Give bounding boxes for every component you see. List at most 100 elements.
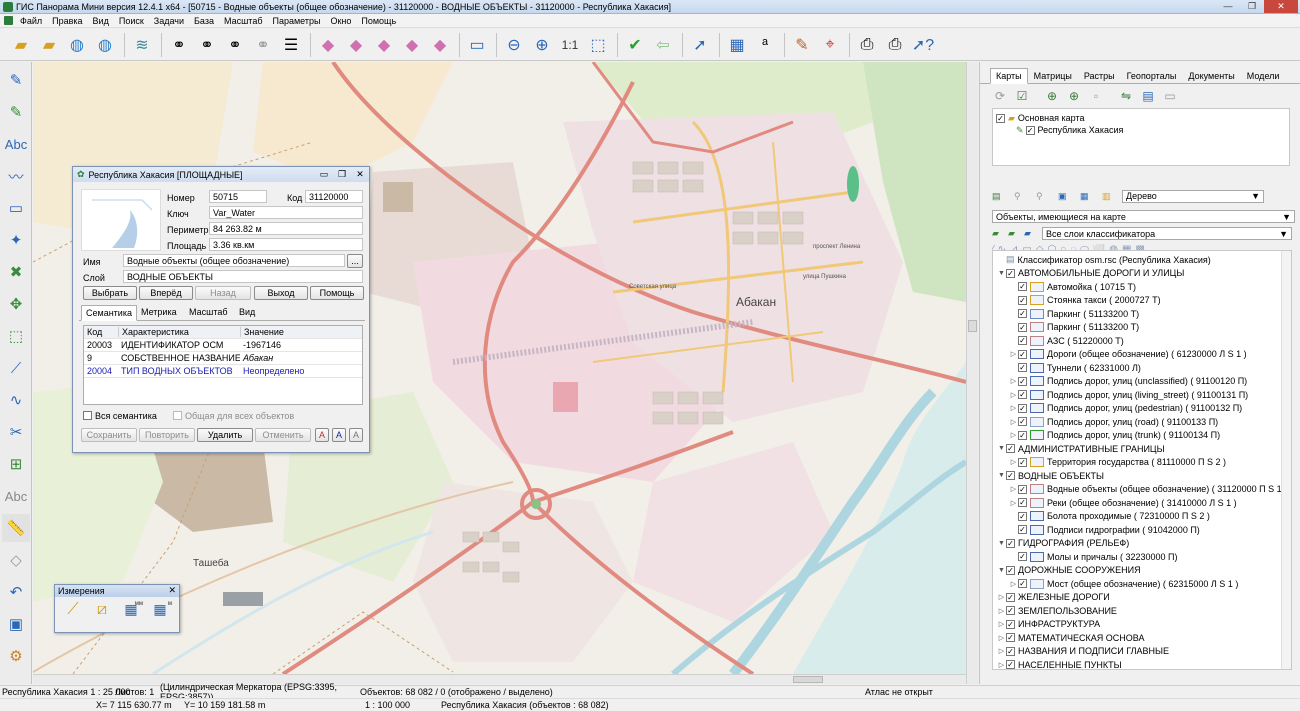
tree-item-checkbox[interactable]: ✓ (1006, 660, 1015, 669)
tree-item[interactable]: ✓ Автомойка ( 10715 Т) (993, 280, 1291, 294)
tree-item[interactable]: ✓ Паркинг ( 51133200 Т) (993, 307, 1291, 321)
rectangle-icon[interactable]: ▭ (2, 194, 30, 222)
map-check-icon[interactable]: ☑ (1014, 88, 1030, 104)
help-icon[interactable]: ➚? (910, 32, 936, 58)
menu-scale[interactable]: Масштаб (219, 16, 268, 26)
tree-item-checkbox[interactable]: ✓ (1018, 363, 1027, 373)
zoom-out-icon[interactable]: ⊖ (501, 32, 527, 58)
tree-expand-icon[interactable]: ▷ (997, 620, 1006, 628)
measure-area-icon[interactable]: ⧄ (90, 601, 114, 627)
menu-app-icon[interactable] (4, 16, 13, 25)
col-code[interactable]: Код (84, 327, 118, 337)
tree-item[interactable]: ✓ Молы и причалы ( 32230000 П) (993, 550, 1291, 564)
tree-item[interactable]: ✓ Паркинг ( 51133200 Т) (993, 321, 1291, 335)
tree-item-checkbox[interactable]: ✓ (1018, 498, 1027, 508)
menu-base[interactable]: База (189, 16, 219, 26)
classifier-select[interactable]: Все слои классификатора ▼ (1042, 227, 1292, 240)
export-icon[interactable]: ▣ (2, 610, 30, 638)
tree-item[interactable]: ✓ Туннели ( 62331000 Л) (993, 361, 1291, 375)
tree-item[interactable]: ✓ АЗС ( 51220000 Т) (993, 334, 1291, 348)
tree-item[interactable]: ▷ ✓ Дороги (общее обозначение) ( 61230000 … (993, 348, 1291, 362)
pin-icon[interactable]: ⌖ (817, 32, 843, 58)
tree-expand-icon[interactable]: ▷ (1009, 499, 1018, 507)
tree-expand-icon[interactable]: ▷ (1009, 431, 1018, 439)
menu-params[interactable]: Параметры (267, 16, 325, 26)
list-icon[interactable]: ☰ (278, 32, 304, 58)
table-row[interactable]: 20004 ТИП ВОДНЫХ ОБЪЕКТОВ Неопределено (84, 365, 362, 378)
tree-item-checkbox[interactable]: ✓ (1018, 282, 1027, 292)
col-characteristic[interactable]: Характеристика (118, 327, 240, 337)
check-icon[interactable]: ✔ (622, 32, 648, 58)
dialog-minimize-button[interactable]: ▭ (317, 168, 331, 180)
tree-item-checkbox[interactable]: ✓ (1006, 592, 1015, 602)
layer-main-map[interactable]: ✓ ▰ Основная карта (996, 112, 1286, 124)
text-gray-icon[interactable]: Abc (2, 482, 30, 510)
menu-view[interactable]: Вид (88, 16, 114, 26)
tree-expand-icon[interactable]: ▷ (1009, 580, 1018, 588)
menu-search[interactable]: Поиск (114, 16, 149, 26)
settings-icon[interactable]: ⚙ (2, 642, 30, 670)
tree-expand-icon[interactable]: ▷ (1009, 377, 1018, 385)
tree-item[interactable]: ▼ ✓ ГИДРОГРАФИЯ (РЕЛЬЕФ) (993, 537, 1291, 551)
name-more-button[interactable]: ... (347, 254, 363, 268)
tree-expand-icon[interactable]: ▷ (997, 634, 1006, 642)
menu-edit[interactable]: Правка (47, 16, 87, 26)
open-icon[interactable]: ▰ (8, 32, 34, 58)
layers-green-icon[interactable]: ▰ (992, 228, 1008, 239)
tab-matrices[interactable]: Матрицы (1028, 68, 1078, 84)
view-layers-icon[interactable]: ▤ (992, 191, 1008, 202)
tree-item[interactable]: ✓ Подписи гидрографии ( 91042000 П) (993, 523, 1291, 537)
tree-item-checkbox[interactable]: ✓ (1006, 619, 1015, 629)
tree-item[interactable]: ▷ ✓ Подпись дорог, улиц (road) ( 91100133 … (993, 415, 1291, 429)
tree-item[interactable]: ▷ ✓ Реки (общее обозначение) ( 31410000 Л … (993, 496, 1291, 510)
polygon-icon[interactable]: ✦ (2, 226, 30, 254)
tree-item[interactable]: ▷ ✓ ЖЕЛЕЗНЫЕ ДОРОГИ (993, 591, 1291, 605)
back-button[interactable]: Назад (195, 286, 251, 300)
window-icon[interactable]: ▭ (464, 32, 490, 58)
undo-icon[interactable]: ↶ (2, 578, 30, 606)
help-button[interactable]: Помощь (310, 286, 364, 300)
map-vertical-scrollbar[interactable] (966, 62, 978, 684)
zoom-in-icon[interactable]: ⊕ (529, 32, 555, 58)
tree-item-checkbox[interactable]: ✓ (1018, 525, 1027, 535)
map-vscroll-thumb[interactable] (968, 320, 977, 332)
tree-item[interactable]: ▷ ✓ НАСЕЛЕННЫЕ ПУНКТЫ (993, 658, 1291, 669)
remove-doc-icon[interactable]: ▫ (1088, 88, 1104, 104)
tree-item-checkbox[interactable]: ✓ (1018, 322, 1027, 332)
view-mode-select[interactable]: Дерево ▼ (1122, 189, 1264, 203)
cell-value[interactable]: Абакан (240, 353, 360, 363)
edit-object-icon[interactable]: ✎ (2, 98, 30, 126)
dialog-restore-button[interactable]: ❐ (335, 168, 349, 180)
tree-item-checkbox[interactable]: ✓ (1018, 295, 1027, 305)
tab-maps[interactable]: Карты (990, 68, 1028, 84)
tree-item[interactable]: ▼ ✓ АДМИНИСТРАТИВНЫЕ ГРАНИЦЫ (993, 442, 1291, 456)
tab-semantics[interactable]: Семантика (81, 305, 137, 321)
join-icon[interactable]: ⊞ (2, 450, 30, 478)
layer-main-checkbox[interactable]: ✓ (996, 113, 1005, 123)
tree-expand-icon[interactable]: ▷ (1009, 485, 1018, 493)
maximize-button[interactable]: ❐ (1240, 0, 1264, 13)
select-button[interactable]: Выбрать (83, 286, 137, 300)
pencil-icon[interactable]: ✎ (2, 66, 30, 94)
tree-item[interactable]: ▼ ✓ АВТОМОБИЛЬНЫЕ ДОРОГИ И УЛИЦЫ (993, 267, 1291, 281)
layers-icon[interactable]: ≋ (129, 32, 155, 58)
menu-help[interactable]: Помощь (356, 16, 401, 26)
binoculars-icon[interactable]: ⚭ (166, 32, 192, 58)
filter-icon[interactable]: ⚲ (1014, 191, 1030, 202)
layers-green2-icon[interactable]: ▰ (1008, 228, 1024, 239)
tree-expand-icon[interactable]: ▷ (1009, 458, 1018, 466)
tree-expand-icon[interactable]: ▷ (997, 647, 1006, 655)
tree-expand-icon[interactable]: ▷ (1009, 418, 1018, 426)
exit-button[interactable]: Выход (254, 286, 308, 300)
table-row[interactable]: 9 СОБСТВЕННОЕ НАЗВАНИЕ Абакан (84, 352, 362, 365)
cell-value[interactable]: Неопределено (240, 366, 360, 376)
refresh-icon[interactable]: ⟳ (992, 88, 1008, 104)
tree-item[interactable]: ▤ Классификатор osm.rsc (Республика Хакас… (993, 253, 1291, 267)
tree-item-checkbox[interactable]: ✓ (1018, 552, 1027, 562)
move-object-icon[interactable]: ✥ (2, 290, 30, 318)
tree-item[interactable]: ▷ ✓ Подпись дорог, улиц (unclassified) ( 9… (993, 375, 1291, 389)
tab-metric[interactable]: Метрика (137, 305, 181, 321)
font-gray-button[interactable]: A (349, 428, 363, 442)
eraser-icon[interactable]: ◆ (315, 32, 341, 58)
table-row[interactable]: 20003 ИДЕНТИФИКАТОР ОСМ -1967146 (84, 339, 362, 352)
